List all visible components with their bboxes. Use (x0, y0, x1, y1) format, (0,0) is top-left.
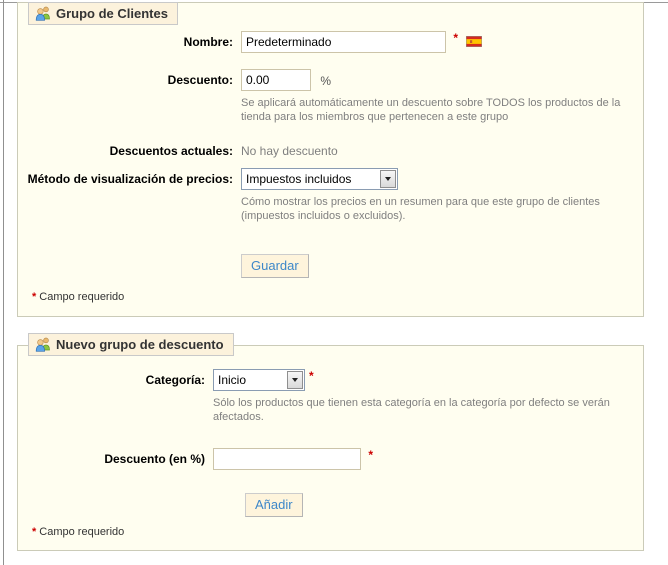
select-arrow-icon (287, 371, 303, 389)
customers-group-icon (35, 337, 51, 352)
spanish-flag-icon[interactable] (465, 35, 483, 50)
name-label: Nombre: (183, 35, 233, 49)
discount-input[interactable] (241, 69, 311, 91)
price-display-label: Método de visualización de precios: (27, 171, 233, 186)
category-help-text: Sólo los productos que tienen esta categ… (213, 397, 610, 424)
new-discount-input[interactable] (213, 447, 361, 470)
new-discount-label: Descuento (en %) (104, 451, 205, 466)
selected-option: Impuestos incluidos (246, 171, 352, 186)
required-field-note: * Campo requerido (32, 291, 125, 304)
current-discounts-value: No hay descuento (241, 143, 338, 158)
customer-group-legend: Grupo de Clientes (28, 2, 178, 25)
customers-group-icon (35, 6, 51, 21)
category-label: Categoría: (145, 373, 205, 387)
category-row: Categoría: Inicio * Sólo los productos q… (18, 369, 643, 425)
content-left-border (3, 0, 4, 565)
required-asterisk: * (32, 525, 37, 538)
fieldset-title: Grupo de Clientes (56, 6, 168, 21)
save-button[interactable]: Guardar (241, 254, 309, 279)
required-asterisk: * (32, 291, 37, 304)
new-discount-group-legend: Nuevo grupo de descuento (28, 333, 234, 356)
current-discounts-label: Descuentos actuales: (109, 143, 233, 158)
required-asterisk: * (368, 447, 374, 462)
name-row: Nombre: * (18, 31, 643, 53)
category-select[interactable]: Inicio (213, 369, 305, 391)
customer-group-fieldset: Grupo de Clientes Nombre: * Descuento: (17, 2, 644, 317)
required-field-note: * Campo requerido (32, 525, 125, 538)
discount-label: Descuento: (167, 73, 233, 87)
required-asterisk: * (453, 31, 459, 45)
price-display-select[interactable]: Impuestos incluidos (241, 167, 398, 190)
select-arrow-icon (380, 169, 396, 188)
add-button[interactable]: Añadir (245, 492, 303, 517)
percent-suffix: % (320, 73, 332, 88)
required-asterisk: * (309, 369, 314, 383)
new-discount-group-fieldset: Nuevo grupo de descuento Categoría: Inic… (17, 333, 644, 551)
price-display-help-text: Cómo mostrar los precios en un resumen p… (241, 195, 600, 222)
discount-help-text: Se aplicará automáticamente un descuento… (241, 97, 621, 124)
current-discounts-row: Descuentos actuales: No hay descuento (18, 143, 643, 159)
discount-row: Descuento: % Se aplicará automáticamente… (18, 69, 643, 125)
name-input[interactable] (241, 31, 446, 53)
fieldset-title: Nuevo grupo de descuento (56, 337, 224, 352)
price-display-row: Método de visualización de precios: Impu… (18, 167, 643, 224)
selected-option: Inicio (218, 373, 247, 387)
new-discount-row: Descuento (en %) * (18, 447, 643, 470)
